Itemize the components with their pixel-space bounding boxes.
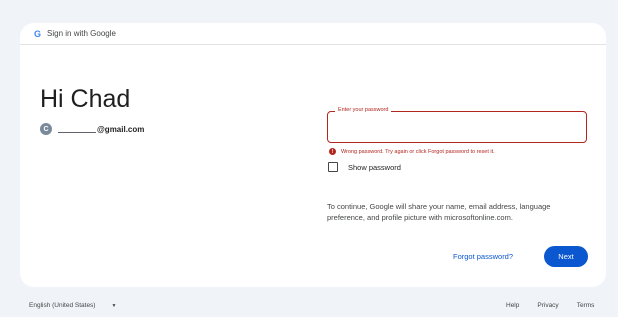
- consent-text: To continue, Google will share your name…: [327, 202, 551, 222]
- password-input[interactable]: [328, 112, 586, 142]
- header-title: Sign in with Google: [47, 29, 116, 38]
- help-link[interactable]: Help: [506, 302, 519, 309]
- forgot-password-link[interactable]: Forgot password?: [453, 252, 513, 261]
- caret-down-icon: ▼: [111, 302, 117, 309]
- avatar: C: [40, 123, 52, 135]
- error-icon: !: [329, 148, 336, 155]
- card-header: G Sign in with Google: [20, 23, 606, 45]
- show-password-toggle[interactable]: Show password: [328, 162, 401, 172]
- password-error: ! Wrong password. Try again or click For…: [329, 148, 495, 155]
- next-button[interactable]: Next: [544, 246, 588, 267]
- masked-email-blank: [58, 125, 96, 133]
- google-g-icon: G: [34, 28, 42, 39]
- error-message: Wrong password. Try again or click Forgo…: [341, 148, 495, 155]
- account-chip[interactable]: C @gmail.com: [40, 123, 144, 135]
- password-field[interactable]: Enter your password: [327, 107, 587, 143]
- email-suffix: @gmail.com: [97, 124, 145, 134]
- footer: English (United States) ▼ Help Privacy T…: [0, 300, 618, 312]
- greeting-heading: Hi Chad: [40, 85, 131, 113]
- sign-in-card: G Sign in with Google Hi Chad C @gmail.c…: [20, 23, 606, 287]
- show-password-label: Show password: [348, 162, 401, 172]
- language-selector[interactable]: English (United States) ▼: [29, 302, 116, 309]
- privacy-link[interactable]: Privacy: [537, 302, 558, 309]
- footer-links: Help Privacy Terms: [506, 302, 594, 309]
- show-password-checkbox[interactable]: [328, 162, 338, 172]
- terms-link[interactable]: Terms: [577, 302, 595, 309]
- language-label: English (United States): [29, 302, 96, 309]
